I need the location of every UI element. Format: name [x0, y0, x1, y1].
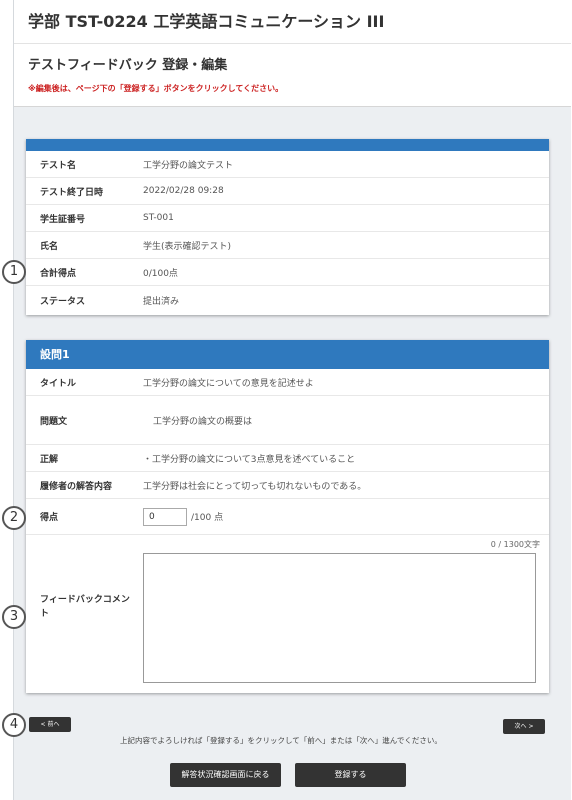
- test-end-label: テスト終了日時: [40, 187, 104, 198]
- prev-button[interactable]: < 前へ: [29, 717, 71, 732]
- student-id-value: ST-001: [143, 213, 174, 223]
- status-value: 提出済み: [143, 297, 180, 307]
- test-name-row: テスト名 工学分野の論文テスト: [26, 151, 549, 178]
- page-subheader: テストフィードバック 登録・編集 ※編集後は、ページ下の「登録する」ボタンをクリ…: [14, 44, 571, 106]
- question-title-label: タイトル: [40, 378, 77, 389]
- callout-marker-2: 2: [2, 506, 26, 530]
- callout-marker-1: 1: [2, 260, 26, 284]
- student-id-label: 学生証番号: [40, 214, 86, 225]
- student-answer-row: 履修者の解答内容 工学分野は社会にとって切っても切れないものである。: [26, 472, 549, 499]
- student-name-row: 氏名 学生(表示確認テスト): [26, 232, 549, 259]
- course-title: 学部 TST-0224 工学英語コミュニケーション III: [14, 0, 571, 44]
- question-title-value: 工学分野の論文についての意見を記述せよ: [143, 378, 314, 389]
- back-to-status-button[interactable]: 解答状況確認画面に戻る: [170, 763, 281, 787]
- score-row: 得点 0 /100 点: [26, 499, 549, 535]
- correct-answer-value: ・工学分野の論文について3点意見を述べていること: [143, 454, 356, 465]
- question-text-row: 問題文 工学分野の論文の概要は: [26, 396, 549, 445]
- question-heading: 設問1: [26, 340, 549, 369]
- student-name-label: 氏名: [40, 241, 59, 252]
- question-card: 設問1 タイトル 工学分野の論文についての意見を記述せよ 問題文 工学分野の論文…: [26, 340, 549, 693]
- question-title-row: タイトル 工学分野の論文についての意見を記述せよ: [26, 369, 549, 396]
- test-end-row: テスト終了日時 2022/02/28 09:28: [26, 178, 549, 205]
- submit-button[interactable]: 登録する: [295, 763, 406, 787]
- feedback-label: フィードバックコメント: [40, 595, 130, 619]
- char-count: 0 / 1300文字: [490, 540, 540, 549]
- callout-marker-4: 4: [2, 713, 26, 737]
- total-score-value: 0/100点: [143, 268, 178, 279]
- student-answer-value: 工学分野は社会にとって切っても切れないものである。: [143, 481, 367, 492]
- student-id-row: 学生証番号 ST-001: [26, 205, 549, 232]
- student-name-value: 学生(表示確認テスト): [143, 241, 232, 252]
- score-suffix: /100 点: [191, 513, 224, 523]
- page-header: 学部 TST-0224 工学英語コミュニケーション III テストフィードバック…: [14, 0, 571, 107]
- test-end-value: 2022/02/28 09:28: [143, 186, 224, 196]
- score-input[interactable]: 0: [143, 507, 187, 526]
- correct-answer-label: 正解: [40, 454, 59, 465]
- total-score-label: 合計得点: [40, 268, 77, 279]
- next-button[interactable]: 次へ >: [503, 719, 545, 734]
- test-name-label: テスト名: [40, 160, 77, 171]
- question-text-value: 工学分野の論文の概要は: [153, 416, 253, 427]
- student-answer-label: 履修者の解答内容: [40, 481, 113, 492]
- question-text-label: 問題文: [40, 416, 68, 427]
- edit-notice: ※編集後は、ページ下の「登録する」ボタンをクリックしてください。: [28, 84, 284, 93]
- score-label: 得点: [40, 513, 59, 523]
- test-info-card: テスト名 工学分野の論文テスト テスト終了日時 2022/02/28 09:28…: [26, 139, 549, 315]
- status-label: ステータス: [40, 297, 86, 307]
- feedback-section: 0 / 1300文字 フィードバックコメント: [26, 535, 549, 693]
- guide-text: 上記内容でよろしければ「登録する」をクリックして「前へ」または「次へ」進んでくだ…: [120, 736, 442, 745]
- callout-marker-3: 3: [2, 605, 26, 629]
- test-info-header-bar: [26, 139, 549, 151]
- test-name-value: 工学分野の論文テスト: [143, 160, 234, 171]
- feedback-textarea[interactable]: [143, 553, 536, 683]
- correct-answer-row: 正解 ・工学分野の論文について3点意見を述べていること: [26, 445, 549, 472]
- page-title: テストフィードバック 登録・編集: [28, 58, 228, 73]
- status-row: ステータス 提出済み: [26, 286, 549, 315]
- total-score-row: 合計得点 0/100点: [26, 259, 549, 286]
